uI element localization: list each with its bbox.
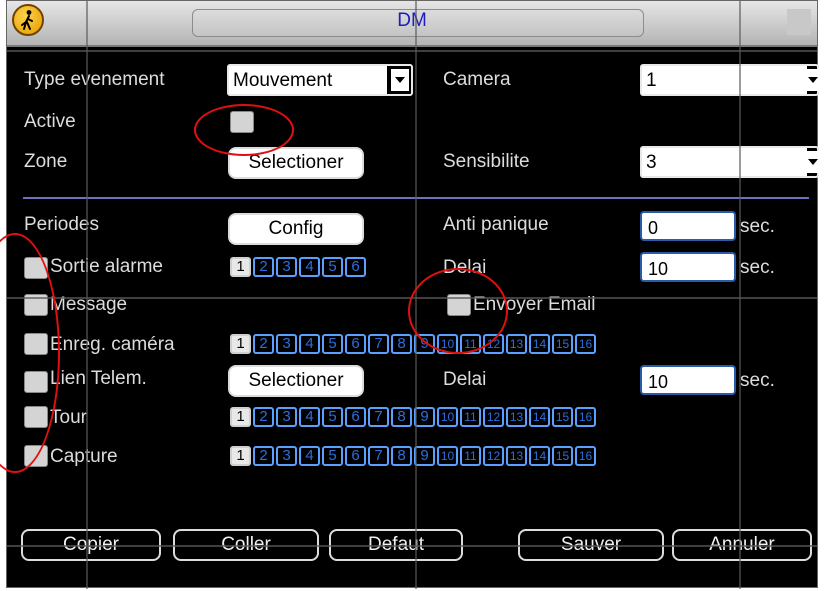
sensibilite-select[interactable]: 3 — [640, 146, 819, 178]
channel-6-toggle[interactable]: 6 — [345, 257, 366, 277]
capture-channels: 1 2 3 4 5 6 7 8 9 10 11 12 13 14 15 16 — [230, 446, 596, 466]
label-sec-anti-panique: sec. — [740, 216, 775, 237]
label-anti-panique: Anti panique — [443, 214, 549, 235]
enreg-camera-channels: 1 2 3 4 5 6 7 8 9 10 11 12 13 14 15 16 — [230, 334, 596, 354]
channel-6-toggle[interactable]: 6 — [345, 334, 366, 354]
channel-7-toggle[interactable]: 7 — [368, 407, 389, 427]
channel-2-toggle[interactable]: 2 — [253, 334, 274, 354]
channel-15-toggle[interactable]: 15 — [552, 334, 573, 354]
channel-5-toggle[interactable]: 5 — [322, 257, 343, 277]
channel-1-toggle[interactable]: 1 — [230, 257, 251, 277]
channel-5-toggle[interactable]: 5 — [322, 446, 343, 466]
channel-4-toggle[interactable]: 4 — [299, 446, 320, 466]
channel-14-toggle[interactable]: 14 — [529, 407, 550, 427]
tour-channels: 1 2 3 4 5 6 7 8 9 10 11 12 13 14 15 16 — [230, 407, 596, 427]
chevron-down-icon[interactable] — [807, 69, 819, 91]
channel-9-toggle[interactable]: 9 — [414, 446, 435, 466]
title-bar: DM — [7, 1, 817, 47]
channel-3-toggle[interactable]: 3 — [276, 257, 297, 277]
channel-10-toggle[interactable]: 10 — [437, 407, 458, 427]
annotation-ring-email — [408, 268, 508, 354]
channel-16-toggle[interactable]: 16 — [575, 407, 596, 427]
channel-14-toggle[interactable]: 14 — [529, 446, 550, 466]
label-sensibilite: Sensibilite — [443, 151, 530, 172]
camera-select[interactable]: 1 — [640, 64, 819, 96]
close-button[interactable] — [787, 9, 811, 35]
overlay-line — [86, 1, 88, 589]
channel-16-toggle[interactable]: 16 — [575, 446, 596, 466]
type-evenement-select[interactable]: Mouvement — [227, 64, 413, 96]
overlay-line — [7, 50, 817, 52]
channel-15-toggle[interactable]: 15 — [552, 446, 573, 466]
window-title: DM — [397, 10, 427, 31]
label-camera: Camera — [443, 69, 511, 90]
channel-4-toggle[interactable]: 4 — [299, 334, 320, 354]
config-button[interactable]: Config — [228, 213, 364, 245]
channel-4-toggle[interactable]: 4 — [299, 407, 320, 427]
delai-input[interactable]: 10 — [640, 252, 736, 282]
channel-3-toggle[interactable]: 3 — [276, 446, 297, 466]
label-sec-delai: sec. — [740, 257, 775, 278]
type-evenement-value: Mouvement — [229, 66, 387, 94]
label-sec-delai-2: sec. — [740, 370, 775, 391]
anti-panique-input[interactable]: 0 — [640, 211, 736, 241]
label-delai-2: Delai — [443, 369, 487, 390]
channel-8-toggle[interactable]: 8 — [391, 334, 412, 354]
label-capture: Capture — [50, 446, 118, 467]
overlay-line — [7, 545, 817, 547]
overlay-line — [739, 1, 741, 589]
lien-select-button[interactable]: Selectioner — [228, 365, 364, 397]
label-zone: Zone — [24, 151, 68, 172]
channel-6-toggle[interactable]: 6 — [345, 446, 366, 466]
channel-6-toggle[interactable]: 6 — [345, 407, 366, 427]
channel-13-toggle[interactable]: 13 — [506, 446, 527, 466]
chevron-down-icon[interactable] — [807, 151, 819, 173]
sortie-alarme-channels: 123456 — [230, 257, 366, 277]
channel-7-toggle[interactable]: 7 — [368, 446, 389, 466]
channel-12-toggle[interactable]: 12 — [483, 407, 504, 427]
channel-1-toggle[interactable]: 1 — [230, 334, 251, 354]
channel-7-toggle[interactable]: 7 — [368, 334, 389, 354]
channel-5-toggle[interactable]: 5 — [322, 334, 343, 354]
annotation-ring-active — [194, 104, 294, 156]
channel-4-toggle[interactable]: 4 — [299, 257, 320, 277]
channel-3-toggle[interactable]: 3 — [276, 334, 297, 354]
channel-9-toggle[interactable]: 9 — [414, 407, 435, 427]
channel-13-toggle[interactable]: 13 — [506, 407, 527, 427]
label-tour: Tour — [50, 407, 87, 428]
channel-8-toggle[interactable]: 8 — [391, 407, 412, 427]
delai2-input[interactable]: 10 — [640, 365, 736, 395]
channel-10-toggle[interactable]: 10 — [437, 446, 458, 466]
label-sortie-alarme: Sortie alarme — [50, 256, 163, 277]
channel-2-toggle[interactable]: 2 — [253, 257, 274, 277]
label-lien-telem: Lien Telem. — [50, 368, 147, 389]
channel-11-toggle[interactable]: 11 — [460, 407, 481, 427]
channel-11-toggle[interactable]: 11 — [460, 446, 481, 466]
channel-15-toggle[interactable]: 15 — [552, 407, 573, 427]
channel-8-toggle[interactable]: 8 — [391, 446, 412, 466]
channel-2-toggle[interactable]: 2 — [253, 446, 274, 466]
label-type-evenement: Type evenement — [24, 69, 165, 90]
channel-3-toggle[interactable]: 3 — [276, 407, 297, 427]
sensibilite-value: 3 — [642, 148, 807, 176]
channel-12-toggle[interactable]: 12 — [483, 446, 504, 466]
camera-value: 1 — [642, 66, 807, 94]
label-active: Active — [24, 111, 76, 132]
label-enreg-camera: Enreg. caméra — [50, 334, 175, 355]
channel-16-toggle[interactable]: 16 — [575, 334, 596, 354]
chevron-down-icon[interactable] — [391, 69, 409, 91]
channel-1-toggle[interactable]: 1 — [230, 407, 251, 427]
channel-1-toggle[interactable]: 1 — [230, 446, 251, 466]
channel-2-toggle[interactable]: 2 — [253, 407, 274, 427]
channel-13-toggle[interactable]: 13 — [506, 334, 527, 354]
channel-14-toggle[interactable]: 14 — [529, 334, 550, 354]
channel-5-toggle[interactable]: 5 — [322, 407, 343, 427]
